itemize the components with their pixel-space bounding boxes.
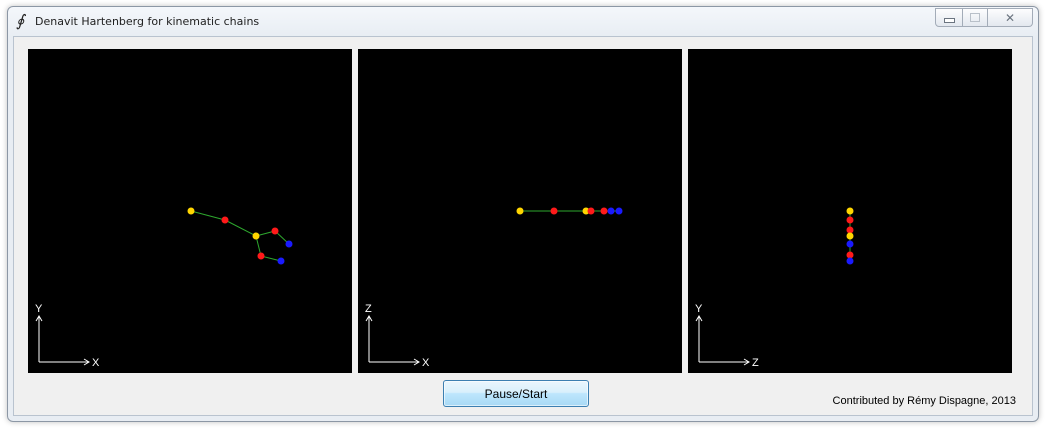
joint-point	[846, 226, 854, 234]
joint-point	[252, 232, 260, 240]
view-xz: XZ	[358, 49, 682, 373]
joint-point	[550, 207, 558, 215]
joint-point	[257, 252, 265, 260]
joint-point	[285, 240, 293, 248]
joint-point	[221, 216, 229, 224]
chain-link	[224, 219, 257, 237]
client-area: XY XZ ZY Pause/Start Contributed by Rémy…	[13, 36, 1033, 416]
view-zy-canvas: ZY	[695, 207, 854, 369]
joint-point	[516, 207, 524, 215]
joint-point	[846, 207, 854, 215]
chain-link	[190, 210, 226, 221]
joint-point	[846, 257, 854, 265]
minimize-button[interactable]	[935, 8, 963, 27]
joint-point	[277, 257, 285, 265]
axis-v-label: Y	[695, 303, 703, 315]
maximize-button[interactable]	[963, 8, 988, 27]
joint-point	[187, 207, 195, 215]
title-bar[interactable]: ∮ Denavit Hartenberg for kinematic chain…	[8, 7, 1038, 35]
joint-point	[846, 240, 854, 248]
joint-point	[607, 207, 615, 215]
integral-icon: ∮	[16, 11, 25, 30]
joint-point	[846, 232, 854, 240]
window-title: Denavit Hartenberg for kinematic chains	[35, 15, 260, 28]
close-icon: ✕	[1004, 10, 1016, 25]
axis-h-label: Z	[752, 357, 759, 369]
view-xy: XY	[28, 49, 352, 373]
axis-v-label: Y	[35, 303, 43, 315]
credits-text: Contributed by Rémy Dispagne, 2013	[832, 395, 1016, 407]
joint-point	[615, 207, 623, 215]
maximize-icon	[970, 13, 980, 22]
axis-h-label: X	[422, 357, 430, 369]
joint-point	[600, 207, 608, 215]
joint-point	[271, 227, 279, 235]
joint-point	[587, 207, 595, 215]
axis-v-label: Z	[365, 303, 372, 315]
joint-point	[846, 251, 854, 259]
close-button[interactable]: ✕	[988, 8, 1033, 27]
view-xz-canvas: XZ	[365, 207, 623, 369]
pause-start-button[interactable]: Pause/Start	[443, 380, 589, 407]
minimize-icon	[943, 18, 955, 23]
window-controls: ✕	[935, 8, 1033, 27]
view-xy-canvas: XY	[35, 207, 293, 369]
app-window: ∮ Denavit Hartenberg for kinematic chain…	[7, 6, 1039, 422]
axis-h-label: X	[92, 357, 100, 369]
joint-point	[846, 216, 854, 224]
view-zy: ZY	[688, 49, 1012, 373]
